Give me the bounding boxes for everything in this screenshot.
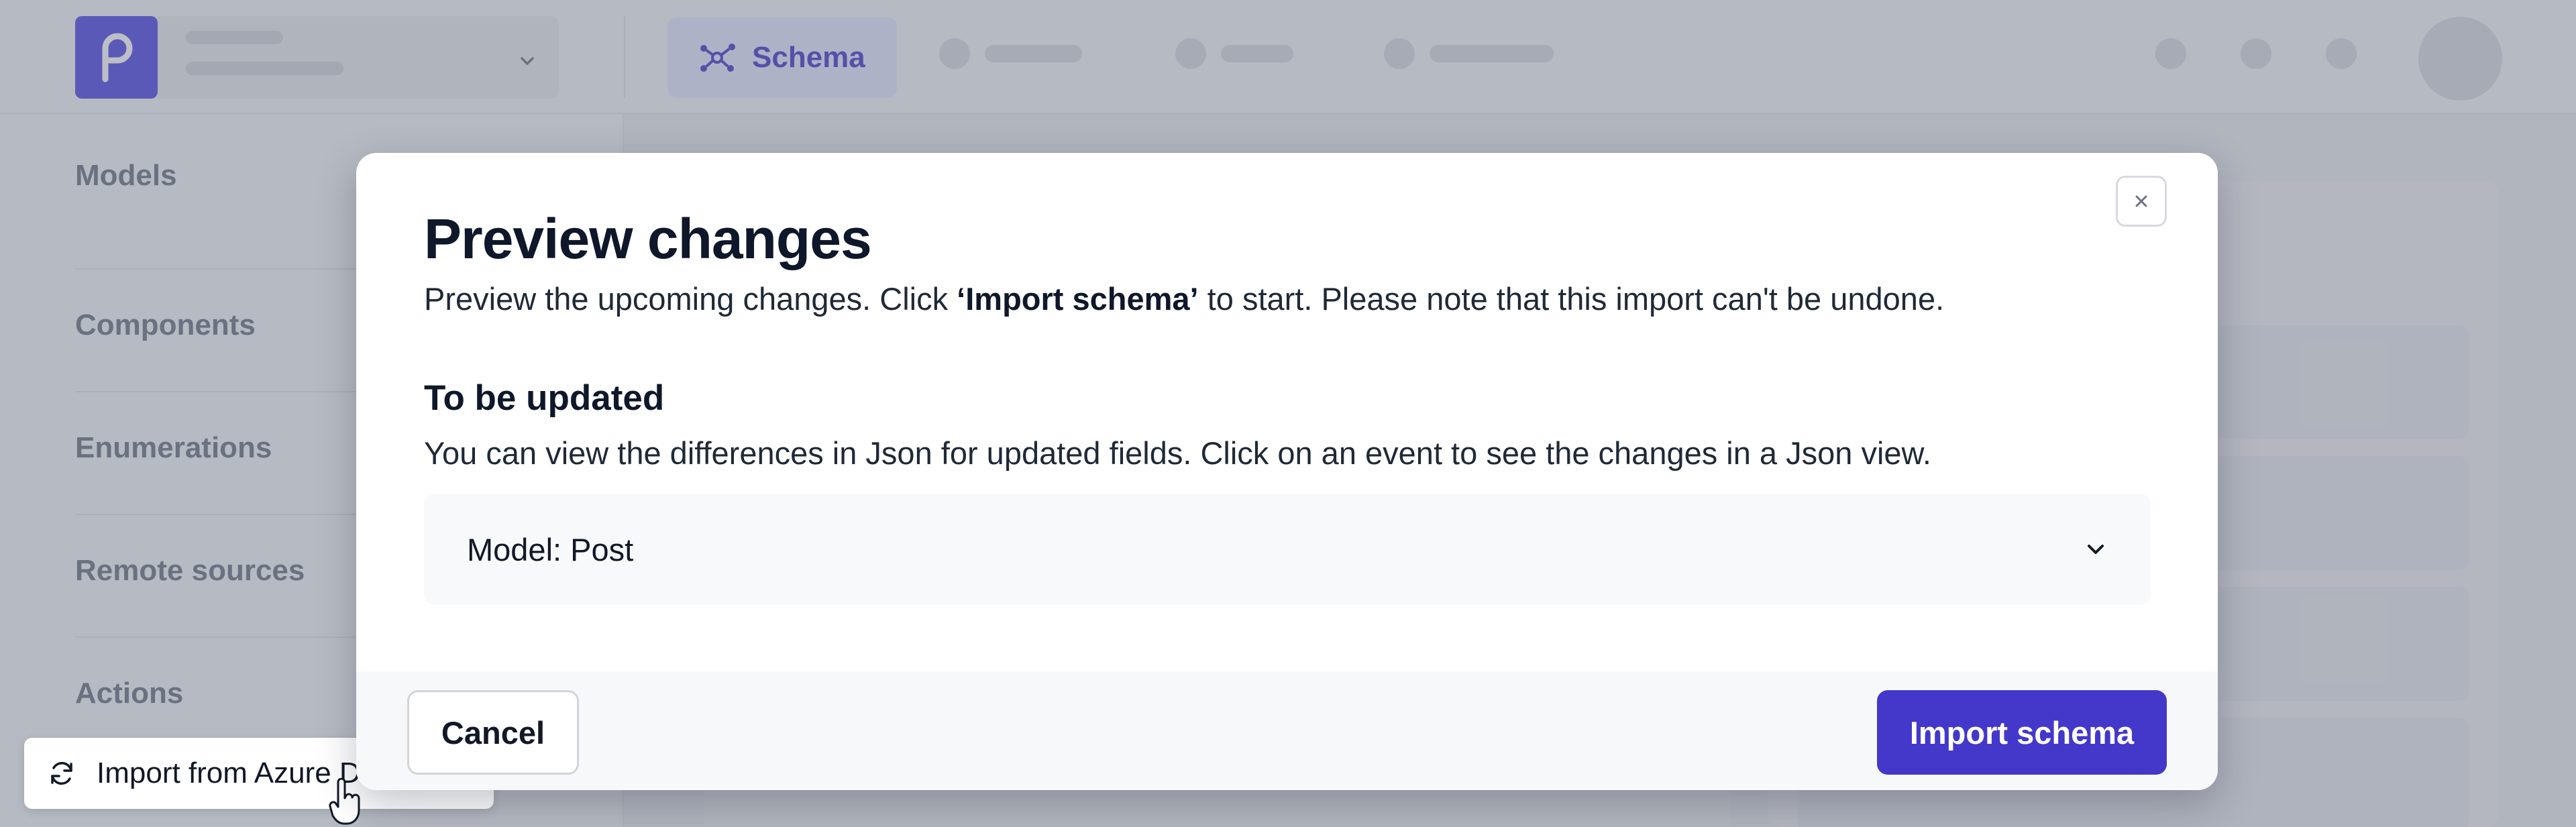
refresh-icon	[51, 762, 72, 785]
import-from-azure-label: Import from Azure D	[97, 757, 361, 789]
close-icon	[2135, 195, 2147, 207]
chevron-down-icon	[2088, 545, 2104, 554]
import-schema-button[interactable]: Import schema	[1877, 690, 2167, 775]
accordion-label: Model: Post	[467, 531, 634, 567]
dialog-description: Preview the upcoming changes. Click ‘Imp…	[424, 281, 1945, 317]
dialog-footer: Cancel Import schema	[356, 671, 2218, 790]
section-description: You can view the differences in Json for…	[424, 435, 1931, 471]
close-button[interactable]	[2116, 176, 2167, 227]
section-title: To be updated	[424, 378, 665, 418]
preview-changes-dialog: Preview changes Preview the upcoming cha…	[356, 153, 2218, 790]
model-post-accordion[interactable]: Model: Post	[424, 494, 2151, 605]
cancel-button[interactable]: Cancel	[407, 690, 579, 775]
dialog-title: Preview changes	[424, 207, 872, 270]
